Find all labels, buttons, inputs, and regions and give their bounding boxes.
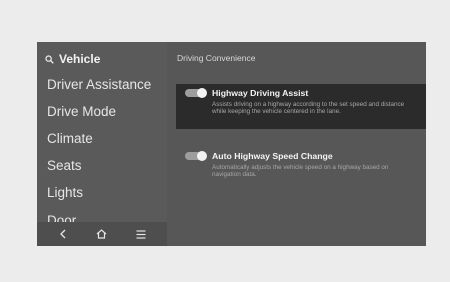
sidebar-item-driver-assistance[interactable]: Driver Assistance bbox=[47, 76, 151, 94]
sidebar: Vehicle Driver Assistance Drive Mode Cli… bbox=[37, 42, 167, 246]
menu-icon[interactable] bbox=[133, 226, 149, 242]
section-title: Driving Convenience bbox=[177, 53, 256, 63]
back-icon[interactable] bbox=[55, 226, 71, 242]
option-description: Automatically adjusts the vehicle speed … bbox=[212, 164, 389, 179]
option-highway-driving-assist[interactable]: Highway Driving Assist Assists driving o… bbox=[176, 84, 426, 129]
sidebar-item-drive-mode[interactable]: Drive Mode bbox=[47, 103, 116, 121]
option-title: Highway Driving Assist bbox=[212, 88, 309, 98]
sidebar-header-label: Vehicle bbox=[59, 52, 101, 66]
option-auto-highway-speed-change[interactable]: Auto Highway Speed Change Automatically … bbox=[176, 147, 426, 183]
sidebar-header[interactable]: Vehicle bbox=[45, 51, 100, 67]
settings-panel: Driving Convenience Highway Driving Assi… bbox=[167, 42, 426, 246]
highway-driving-assist-toggle[interactable] bbox=[185, 88, 207, 98]
toggle-knob bbox=[197, 88, 207, 98]
option-title: Auto Highway Speed Change bbox=[212, 151, 333, 161]
sidebar-item-seats[interactable]: Seats bbox=[47, 157, 82, 175]
sidebar-item-climate[interactable]: Climate bbox=[47, 130, 93, 148]
auto-highway-speed-change-toggle[interactable] bbox=[185, 151, 207, 161]
home-icon[interactable] bbox=[94, 226, 110, 242]
search-icon bbox=[45, 54, 54, 64]
toggle-knob bbox=[197, 151, 207, 161]
option-description: Assists driving on a highway according t… bbox=[212, 101, 405, 116]
sidebar-item-lights[interactable]: Lights bbox=[47, 184, 83, 202]
infotainment-screen: Vehicle Driver Assistance Drive Mode Cli… bbox=[37, 42, 426, 246]
bottom-nav-bar bbox=[37, 222, 167, 246]
